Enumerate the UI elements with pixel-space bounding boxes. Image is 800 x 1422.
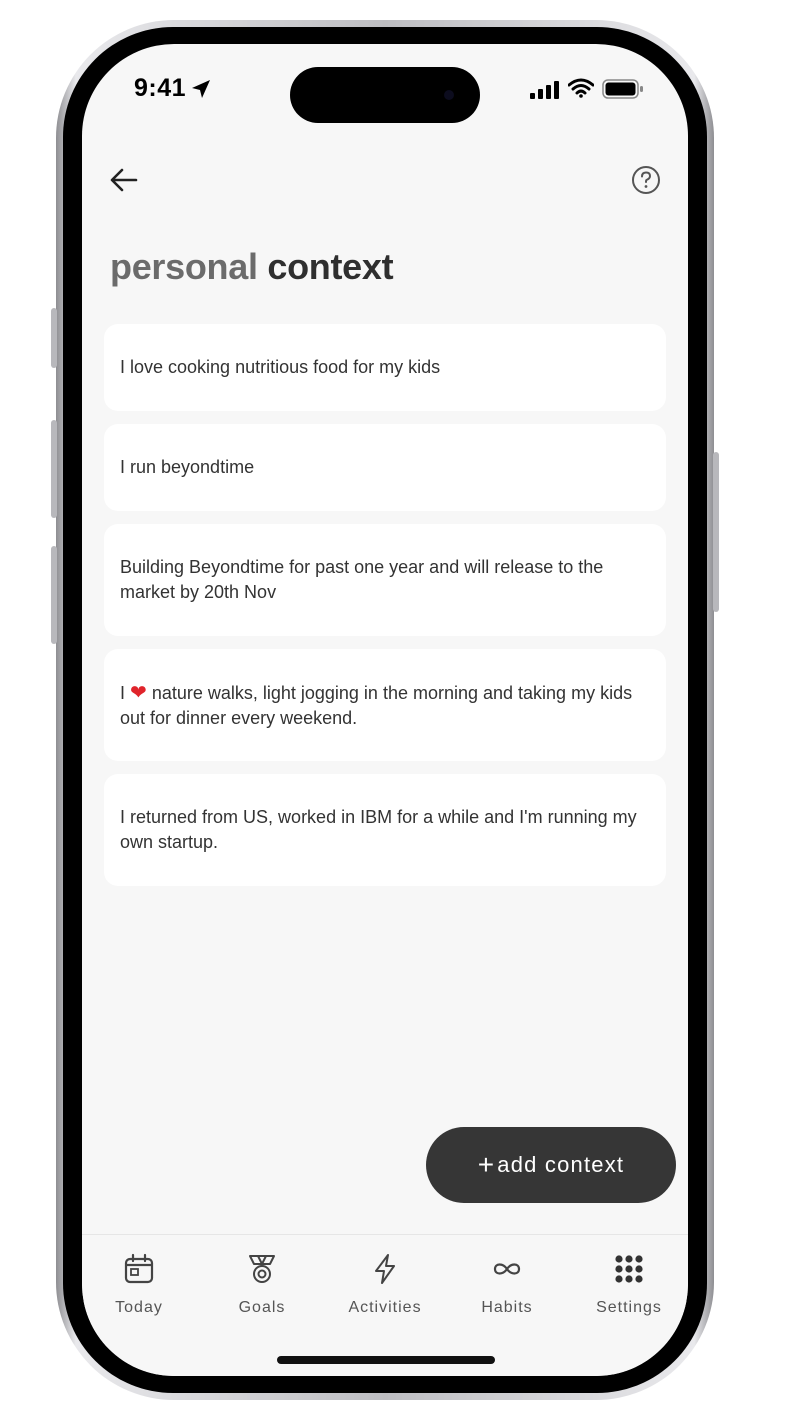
infinity-icon (489, 1251, 525, 1287)
wifi-icon (568, 78, 594, 98)
title-context: context (267, 246, 394, 287)
tab-label-settings: Settings (596, 1299, 662, 1316)
tab-goals[interactable]: Goals (202, 1251, 322, 1317)
context-text: I love cooking nutritious food for my ki… (120, 357, 441, 377)
context-prefix: I (120, 682, 126, 703)
context-card[interactable]: I returned from US, worked in IBM for a … (104, 774, 666, 886)
page-title: personal context (110, 246, 394, 288)
tab-label-habits: Habits (481, 1299, 533, 1316)
volume-up-button (51, 420, 57, 518)
tab-label-today: Today (115, 1299, 163, 1316)
home-indicator[interactable] (277, 1356, 495, 1364)
signal-icon (530, 81, 559, 99)
volume-down-button (51, 546, 57, 644)
medal-icon (244, 1251, 280, 1287)
context-text: I returned from US, worked in IBM for a … (120, 807, 637, 852)
tab-activities[interactable]: Activities (325, 1251, 445, 1317)
context-card[interactable]: I run beyondtime (104, 424, 666, 511)
lightning-icon (367, 1251, 403, 1287)
plus-icon: + (477, 1149, 496, 1180)
context-card[interactable]: I love cooking nutritious food for my ki… (104, 324, 666, 411)
add-context-button[interactable]: + add context (426, 1127, 676, 1203)
dynamic-island (290, 67, 480, 123)
tab-today[interactable]: Today (82, 1251, 199, 1317)
context-card[interactable]: Building Beyondtime for past one year an… (104, 524, 666, 636)
add-context-label: add context (497, 1152, 625, 1177)
battery-icon (602, 79, 643, 99)
question-circle-icon (632, 166, 660, 194)
title-personal: personal (110, 246, 258, 287)
context-text: Building Beyondtime for past one year an… (120, 557, 604, 602)
context-text: I run beyondtime (120, 457, 255, 477)
arrow-left-icon (110, 168, 138, 192)
calendar-icon (121, 1251, 157, 1287)
tab-bar: Today Goals Activities Habits Settings (82, 1234, 688, 1376)
phone-screen: 9:41 personal context I love cooking nut… (82, 44, 688, 1376)
context-rest: nature walks, light jogging in the morni… (120, 682, 633, 728)
tab-label-goals: Goals (238, 1299, 286, 1316)
location-arrow-icon (192, 80, 210, 98)
action-button (51, 308, 57, 368)
back-button[interactable] (102, 158, 146, 202)
camera-dot (444, 90, 454, 100)
tab-settings[interactable]: Settings (569, 1251, 688, 1317)
help-button[interactable] (628, 162, 664, 198)
power-button (713, 452, 719, 612)
status-time: 9:41 (134, 74, 187, 102)
heart-icon: ❤ (130, 679, 147, 704)
tab-label-activities: Activities (348, 1299, 422, 1316)
context-card[interactable]: I ❤ nature walks, light jogging in the m… (104, 649, 666, 761)
context-text: I ❤ nature walks, light jogging in the m… (120, 680, 650, 731)
tab-habits[interactable]: Habits (447, 1251, 567, 1317)
grid-icon (611, 1251, 647, 1287)
